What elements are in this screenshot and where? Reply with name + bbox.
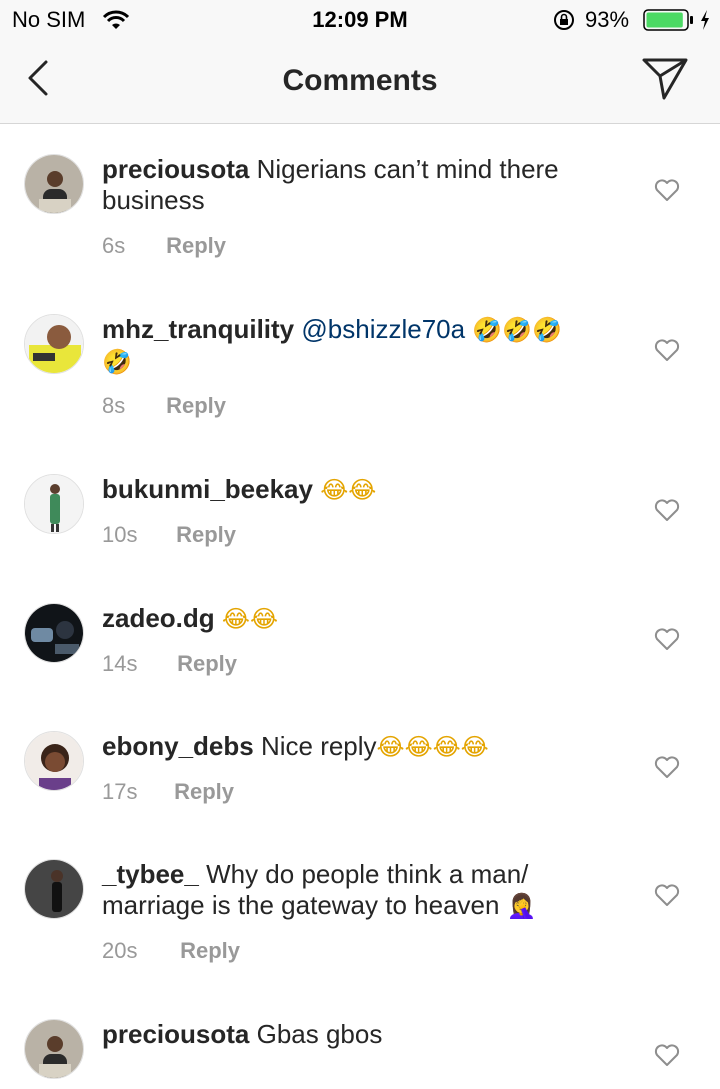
like-heart-icon[interactable]	[654, 498, 680, 522]
charging-bolt-icon	[701, 10, 709, 30]
comment-age: 6s	[102, 233, 126, 258]
comment-age: 14s	[102, 651, 138, 676]
comment-meta: 8s Reply	[102, 393, 226, 419]
comment-meta: 17s Reply	[102, 779, 234, 805]
like-heart-icon[interactable]	[654, 627, 680, 651]
comments-screen: No SIM 12:09 PM 93% Comments preciousota…	[0, 0, 720, 1089]
comment-text: bukunmi_beekay 😂😂	[102, 474, 622, 506]
reply-button[interactable]: Reply	[174, 779, 234, 804]
comment-username[interactable]: preciousota	[102, 1019, 249, 1049]
comment-username[interactable]: mhz_tranquility	[102, 314, 294, 344]
page-title: Comments	[282, 64, 438, 97]
comment-age: 17s	[102, 779, 138, 804]
comment-meta: 10s Reply	[102, 522, 236, 548]
reply-button[interactable]: Reply	[177, 651, 237, 676]
emoji-joy: 😂😂	[221, 605, 278, 633]
avatar[interactable]	[24, 474, 84, 534]
direct-send-icon[interactable]	[640, 54, 690, 102]
battery-icon	[643, 9, 693, 31]
comment-username[interactable]: preciousota	[102, 154, 249, 184]
emoji-rofl: 🤣🤣🤣	[472, 316, 562, 344]
reply-button[interactable]: Reply	[166, 233, 226, 258]
comment-age: 10s	[102, 522, 138, 547]
like-heart-icon[interactable]	[654, 338, 680, 362]
avatar[interactable]	[24, 731, 84, 791]
emoji-facepalm: 🤦‍♀️	[506, 892, 537, 920]
avatar[interactable]	[24, 859, 84, 919]
like-heart-icon[interactable]	[654, 755, 680, 779]
rotation-lock-icon	[554, 10, 574, 30]
battery-percent: 93%	[585, 7, 630, 32]
comment-age: 20s	[102, 938, 138, 963]
comment-text: mhz_tranquility @bshizzle70a 🤣🤣🤣 🤣	[102, 314, 622, 378]
avatar[interactable]	[24, 603, 84, 663]
comment-meta: 14s Reply	[102, 651, 237, 677]
like-heart-icon[interactable]	[654, 1043, 680, 1067]
comment-text: preciousota Nigerians can’t mind there b…	[102, 154, 622, 216]
comment-username[interactable]: zadeo.dg	[102, 603, 215, 633]
comment-body: Gbas gbos	[256, 1019, 383, 1049]
avatar[interactable]	[24, 154, 84, 214]
reply-button[interactable]: Reply	[176, 522, 236, 547]
comment-username[interactable]: _tybee_	[102, 859, 199, 889]
status-bar: No SIM 12:09 PM 93%	[0, 0, 720, 40]
avatar[interactable]	[24, 1019, 84, 1079]
emoji-rofl: 🤣	[102, 348, 132, 376]
comment-text: ebony_debs Nice reply😂😂😂😂	[102, 731, 622, 763]
comment-text: preciousota Gbas gbos	[102, 1019, 622, 1050]
comment-username[interactable]: bukunmi_beekay	[102, 474, 313, 504]
reply-button[interactable]: Reply	[166, 393, 226, 418]
like-heart-icon[interactable]	[654, 178, 680, 202]
comment-text: zadeo.dg 😂😂	[102, 603, 622, 635]
nav-bar: Comments	[0, 40, 720, 124]
comment-age: 8s	[102, 393, 126, 418]
reply-button[interactable]: Reply	[180, 938, 240, 963]
comment-mention[interactable]: @bshizzle70a	[301, 314, 465, 344]
emoji-joy: 😂😂😂😂	[376, 733, 489, 761]
emoji-joy: 😂😂	[320, 476, 377, 504]
comment-username[interactable]: ebony_debs	[102, 731, 254, 761]
avatar[interactable]	[24, 314, 84, 374]
comment-body: Nice reply	[260, 731, 377, 761]
like-heart-icon[interactable]	[654, 883, 680, 907]
comment-meta: 6s Reply	[102, 233, 226, 259]
comment-text: _tybee_ Why do people think a man/ marri…	[102, 859, 622, 922]
comment-meta: 20s Reply	[102, 938, 240, 964]
